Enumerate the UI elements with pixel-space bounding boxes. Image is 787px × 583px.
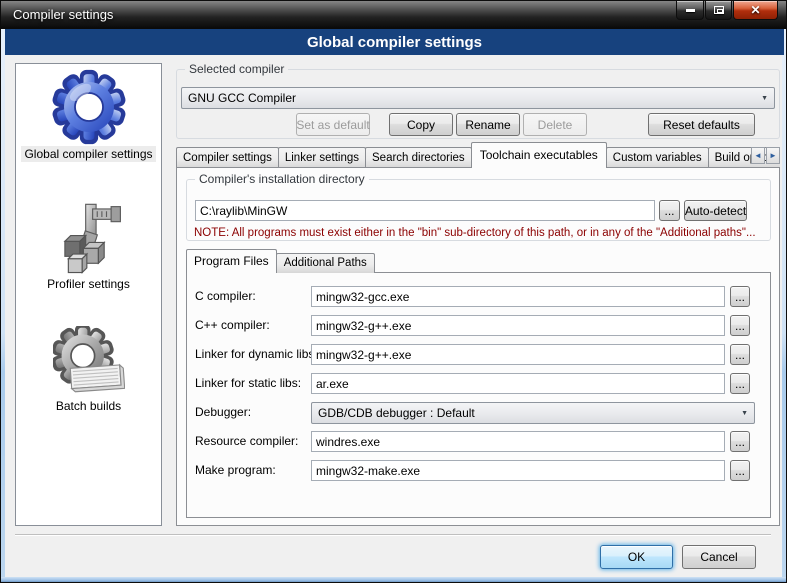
dynamic-linker-label: Linker for dynamic libs: bbox=[195, 347, 318, 361]
arrow-left-icon: ◄ bbox=[754, 151, 762, 160]
debugger-select[interactable]: GDB/CDB debugger : Default ▼ bbox=[311, 402, 755, 424]
footer-separator bbox=[15, 534, 771, 535]
tab-scroll-right-button[interactable]: ► bbox=[766, 147, 780, 164]
tab-compiler-settings[interactable]: Compiler settings bbox=[176, 147, 279, 168]
titlebar[interactable]: Compiler settings bbox=[1, 1, 787, 29]
subtab-additional-paths[interactable]: Additional Paths bbox=[276, 253, 375, 273]
gray-gear-papers-icon bbox=[53, 326, 125, 398]
installation-directory-input[interactable] bbox=[195, 200, 655, 221]
dynamic-linker-input[interactable] bbox=[311, 344, 725, 365]
ellipsis-icon: ... bbox=[735, 319, 745, 333]
tab-linker-settings[interactable]: Linker settings bbox=[278, 147, 366, 168]
make-program-label: Make program: bbox=[195, 463, 276, 477]
copy-button[interactable]: Copy bbox=[389, 113, 453, 136]
minimize-button[interactable] bbox=[676, 1, 704, 20]
reset-defaults-button[interactable]: Reset defaults bbox=[648, 113, 755, 136]
debugger-select-value: GDB/CDB debugger : Default bbox=[318, 406, 475, 420]
ellipsis-icon: ... bbox=[735, 435, 745, 449]
tab-search-directories[interactable]: Search directories bbox=[365, 147, 472, 168]
resource-compiler-label: Resource compiler: bbox=[195, 434, 298, 448]
window-frame-left bbox=[1, 29, 5, 582]
ellipsis-icon: ... bbox=[664, 204, 674, 218]
chevron-down-icon: ▼ bbox=[761, 95, 768, 102]
set-as-default-label: Set as default bbox=[296, 118, 369, 132]
dynamic-linker-browse-button[interactable]: ... bbox=[730, 344, 750, 365]
sidebar-item-global-compiler-settings[interactable]: Global compiler settings bbox=[21, 68, 155, 162]
compiler-settings-dialog: Compiler settings ✕ Global compiler sett… bbox=[0, 0, 787, 583]
debugger-label: Debugger: bbox=[195, 405, 251, 419]
compiler-select[interactable]: GNU GCC Compiler ▼ bbox=[181, 87, 775, 109]
resource-compiler-input[interactable] bbox=[311, 431, 725, 452]
blue-gear-icon bbox=[50, 68, 128, 146]
compiler-select-value: GNU GCC Compiler bbox=[188, 91, 296, 105]
copy-label: Copy bbox=[407, 118, 435, 132]
cancel-label: Cancel bbox=[700, 550, 737, 564]
page-header: Global compiler settings bbox=[5, 29, 784, 55]
cpp-compiler-browse-button[interactable]: ... bbox=[730, 315, 750, 336]
caliper-icon bbox=[51, 202, 125, 276]
sidebar-item-label: Global compiler settings bbox=[21, 146, 155, 162]
ellipsis-icon: ... bbox=[735, 348, 745, 362]
settings-category-list: Global compiler settings bbox=[15, 63, 162, 526]
arrow-right-icon: ► bbox=[769, 151, 777, 160]
c-compiler-browse-button[interactable]: ... bbox=[730, 286, 750, 307]
sidebar-item-batch-builds[interactable]: Batch builds bbox=[53, 326, 125, 414]
ok-button[interactable]: OK bbox=[600, 545, 673, 569]
program-files-panel bbox=[186, 272, 771, 518]
sidebar-item-profiler-settings[interactable]: Profiler settings bbox=[44, 202, 133, 292]
ellipsis-icon: ... bbox=[735, 464, 745, 478]
page-title: Global compiler settings bbox=[307, 34, 482, 51]
subtab-program-files[interactable]: Program Files bbox=[186, 249, 277, 273]
bin-subdirectory-note: NOTE: All programs must exist either in … bbox=[194, 227, 756, 239]
selected-compiler-legend: Selected compiler bbox=[185, 62, 288, 76]
cancel-button[interactable]: Cancel bbox=[682, 545, 756, 569]
close-icon: ✕ bbox=[750, 4, 760, 16]
maximize-icon bbox=[714, 6, 724, 14]
auto-detect-label: Auto-detect bbox=[685, 204, 746, 218]
compiler-tabs: Compiler settings Linker settings Search… bbox=[176, 142, 780, 168]
delete-label: Delete bbox=[538, 118, 573, 132]
window-controls: ✕ bbox=[676, 1, 778, 20]
reset-defaults-label: Reset defaults bbox=[663, 118, 740, 132]
cpp-compiler-label: C++ compiler: bbox=[195, 318, 270, 332]
maximize-button[interactable] bbox=[705, 1, 732, 20]
ok-label: OK bbox=[628, 550, 645, 564]
minimize-icon bbox=[686, 9, 695, 12]
static-linker-input[interactable] bbox=[311, 373, 725, 394]
static-linker-label: Linker for static libs: bbox=[195, 376, 301, 390]
set-as-default-button: Set as default bbox=[296, 113, 370, 136]
window-frame-bottom bbox=[1, 577, 787, 582]
rename-label: Rename bbox=[465, 118, 510, 132]
resource-compiler-browse-button[interactable]: ... bbox=[730, 431, 750, 452]
tab-scroll-left-button[interactable]: ◄ bbox=[751, 147, 765, 164]
window-frame-right bbox=[782, 29, 786, 582]
installation-directory-legend: Compiler's installation directory bbox=[195, 172, 369, 186]
c-compiler-input[interactable] bbox=[311, 286, 725, 307]
ellipsis-icon: ... bbox=[735, 377, 745, 391]
auto-detect-button[interactable]: Auto-detect bbox=[684, 200, 747, 221]
program-tabs: Program Files Additional Paths bbox=[186, 249, 374, 273]
make-program-browse-button[interactable]: ... bbox=[730, 460, 750, 481]
window-title: Compiler settings bbox=[13, 7, 113, 22]
tab-scroll-buttons: ◄ ► bbox=[751, 147, 780, 164]
browse-directory-button[interactable]: ... bbox=[659, 200, 680, 221]
rename-button[interactable]: Rename bbox=[456, 113, 520, 136]
delete-button: Delete bbox=[523, 113, 587, 136]
cpp-compiler-input[interactable] bbox=[311, 315, 725, 336]
ellipsis-icon: ... bbox=[735, 290, 745, 304]
sidebar-item-label: Batch builds bbox=[53, 398, 124, 414]
c-compiler-label: C compiler: bbox=[195, 289, 256, 303]
make-program-input[interactable] bbox=[311, 460, 725, 481]
tab-custom-variables[interactable]: Custom variables bbox=[606, 147, 709, 168]
chevron-down-icon: ▼ bbox=[741, 410, 748, 417]
sidebar-item-label: Profiler settings bbox=[44, 276, 133, 292]
tab-toolchain-executables[interactable]: Toolchain executables bbox=[471, 142, 607, 168]
close-button[interactable]: ✕ bbox=[733, 1, 778, 20]
static-linker-browse-button[interactable]: ... bbox=[730, 373, 750, 394]
